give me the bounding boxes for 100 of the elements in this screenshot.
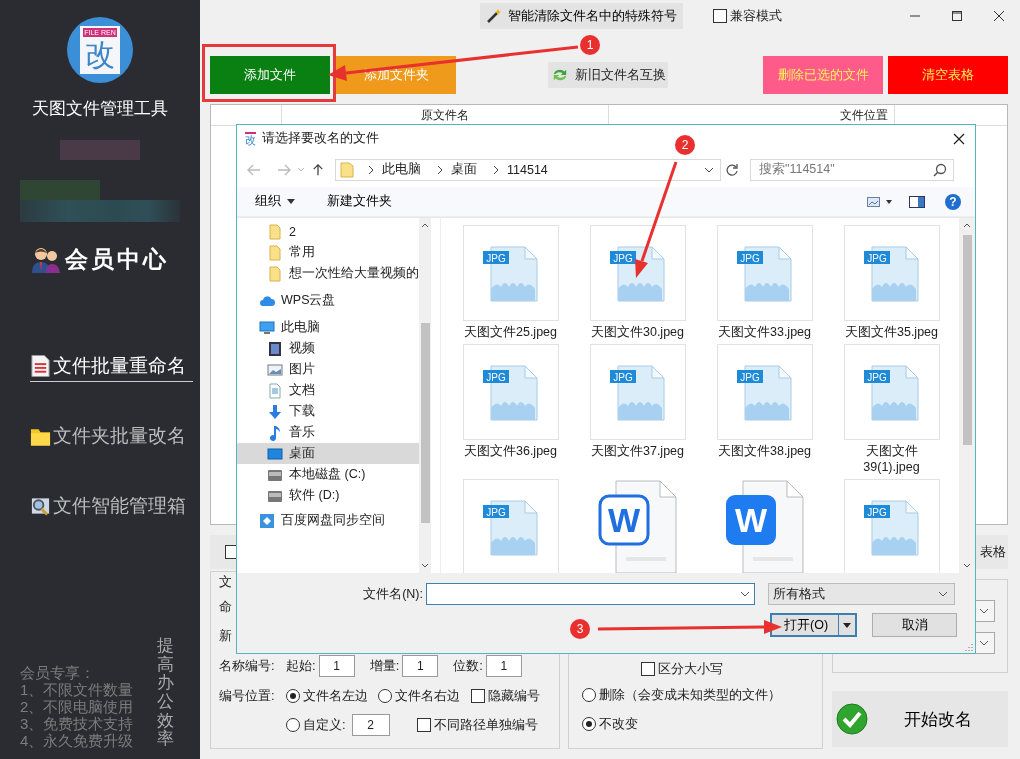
file-name: 天图文件25.jpeg <box>463 324 558 341</box>
radio-option[interactable]: 文件名右边 <box>378 686 471 705</box>
tree-item[interactable]: 此电脑 <box>237 317 419 339</box>
tree-item[interactable]: 想一次性给大量视频的 <box>237 263 419 285</box>
open-button[interactable]: 打开(O) <box>770 613 857 638</box>
file-name: 天图文件39(1).jpeg <box>862 443 921 476</box>
file-name: 天图文件38.jpeg <box>717 443 812 460</box>
tree-item[interactable]: 2 <box>237 221 419 243</box>
chevron-icon <box>493 164 499 175</box>
member-center-link[interactable]: 会员中心 <box>65 244 169 275</box>
music-icon <box>267 424 283 441</box>
close-icon[interactable] <box>953 132 965 145</box>
close-icon[interactable] <box>994 11 1004 21</box>
tree-item[interactable]: 图片 <box>237 359 419 381</box>
preview-pane-icon[interactable] <box>909 195 925 208</box>
picture-icon <box>267 361 283 378</box>
tree-item[interactable]: 文档 <box>237 380 419 402</box>
start-rename-button[interactable]: 开始改名 <box>832 691 1008 747</box>
caret-icon <box>938 591 948 598</box>
option-label: 编号位置: <box>219 686 276 705</box>
breadcrumb[interactable]: 114514 <box>507 162 548 177</box>
tree-item[interactable]: 音乐 <box>237 422 419 444</box>
help-icon[interactable]: ? <box>945 193 961 210</box>
tree-item[interactable]: 本地磁盘 (C:) <box>237 464 419 486</box>
file-name-label: 文件名(N): <box>362 585 424 603</box>
caret-icon[interactable] <box>704 166 714 173</box>
view-icon[interactable] <box>867 195 893 208</box>
number-input[interactable]: 2 <box>351 713 390 736</box>
caret-icon <box>287 199 295 205</box>
tree-item[interactable]: 百度网盘同步空间 <box>237 510 419 532</box>
file-name: 天图文件35.jpeg <box>844 324 939 341</box>
tree-item[interactable]: 下载 <box>237 401 419 423</box>
radio-option[interactable]: 自定义: <box>286 715 346 734</box>
toolbar-button[interactable]: 新旧文件名互换 <box>548 62 668 88</box>
scroll-down-icon[interactable] <box>421 563 429 569</box>
nav-item[interactable]: 文件智能管理箱 <box>30 493 193 522</box>
slogan-text: 提高办公效率 <box>157 636 175 749</box>
desktop-icon <box>267 445 283 462</box>
tree-item[interactable]: 视频 <box>237 338 419 360</box>
resize-grip-icon[interactable] <box>965 643 973 651</box>
image-file-thumbnail[interactable]: JPG <box>589 225 686 322</box>
perk-text: 2、不限电脑使用 <box>20 698 134 715</box>
option-label: 命 <box>219 597 232 616</box>
app-name: 天图文件管理工具 <box>32 98 168 120</box>
scroll-up-icon[interactable] <box>421 223 429 229</box>
image-file-thumbnail[interactable]: JPG <box>716 344 813 441</box>
new-folder-button[interactable]: 新建文件夹 <box>327 193 392 211</box>
image-file-thumbnail[interactable]: JPG <box>843 479 940 574</box>
refresh-icon[interactable] <box>725 162 739 177</box>
caret-icon <box>843 622 851 628</box>
perk-text: 3、免费技术支持 <box>20 715 134 732</box>
breadcrumb[interactable]: 此电脑 <box>382 161 421 179</box>
tree-item[interactable]: 软件 (D:) <box>237 485 419 507</box>
image-file-thumbnail[interactable]: JPG <box>462 479 559 574</box>
radio-option[interactable]: 删除（会变成未知类型的文件） <box>582 680 781 709</box>
nav-item[interactable]: 文件批量重命名 <box>30 353 193 382</box>
field-label: 增量: <box>369 656 400 675</box>
toolbar-button[interactable]: 清空表格 <box>888 56 1008 94</box>
computer-icon <box>259 319 275 336</box>
tree-item[interactable]: WPS云盘 <box>237 290 419 312</box>
number-input[interactable]: 1 <box>402 654 439 677</box>
toolbar-button[interactable]: 添加文件 <box>210 56 330 94</box>
up-arrow-icon[interactable] <box>311 163 325 176</box>
people-icon <box>31 246 61 273</box>
maximize-icon[interactable] <box>952 11 962 21</box>
radio-option[interactable]: 文件名左边 <box>286 686 378 705</box>
checkbox-option[interactable]: 不同路径单独编号 <box>416 715 538 734</box>
tree-item[interactable]: 常用 <box>237 242 419 264</box>
checkbox-option[interactable]: 区分大小写 <box>641 658 723 680</box>
breadcrumb[interactable]: 桌面 <box>451 161 477 179</box>
number-input[interactable]: 1 <box>318 654 355 677</box>
compat-checkbox[interactable]: 兼容模式 <box>713 7 782 25</box>
radio-option[interactable]: 不改变 <box>582 709 638 738</box>
option-label: 名称编号: <box>219 656 276 675</box>
file-name-input[interactable] <box>426 583 755 606</box>
scroll-up-icon[interactable] <box>963 223 971 229</box>
image-file-thumbnail[interactable]: JPG <box>589 344 686 441</box>
organize-menu[interactable]: 组织 <box>255 193 295 211</box>
image-file-thumbnail[interactable]: JPG <box>462 225 559 322</box>
image-file-thumbnail[interactable]: JPG <box>843 344 940 441</box>
folder-icon <box>340 161 354 178</box>
address-bar[interactable]: 此电脑 桌面 114514 <box>335 158 721 181</box>
image-file-thumbnail[interactable]: JPG <box>716 225 813 322</box>
scrollbar[interactable] <box>959 218 975 574</box>
search-field[interactable]: 搜索"114514" <box>750 158 954 181</box>
folder-icon <box>267 265 283 282</box>
scrollbar[interactable] <box>419 218 431 574</box>
document-icon <box>30 354 51 378</box>
cancel-button[interactable]: 取消 <box>872 613 957 638</box>
sync-icon <box>259 512 275 529</box>
file-type-dropdown[interactable]: 所有格式 <box>768 583 955 606</box>
clean-names-button[interactable]: 智能清除文件名中的特殊符号 <box>480 3 683 29</box>
nav-item[interactable]: 文件夹批量改名 <box>30 423 193 452</box>
number-input[interactable]: 1 <box>485 654 522 677</box>
tree-item[interactable]: 桌面 <box>237 443 419 465</box>
image-file-thumbnail[interactable]: JPG <box>843 225 940 322</box>
search-icon <box>933 162 947 177</box>
image-file-thumbnail[interactable]: JPG <box>462 344 559 441</box>
scroll-down-icon[interactable] <box>963 563 971 569</box>
checkbox-option[interactable]: 隐藏编号 <box>471 686 540 705</box>
